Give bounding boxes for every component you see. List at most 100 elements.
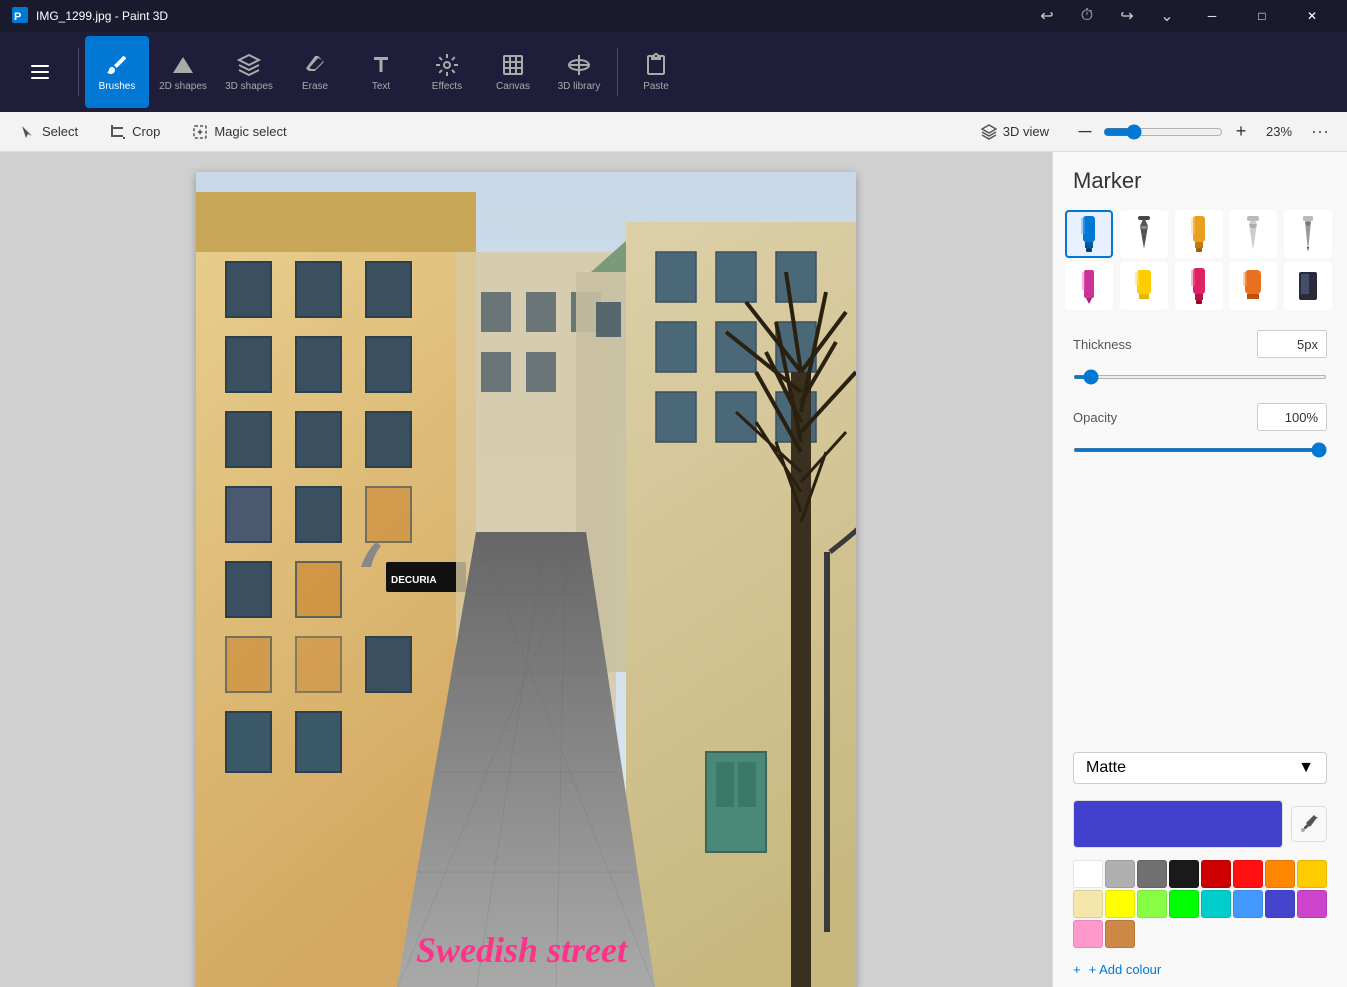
thickness-value-input[interactable] <box>1257 330 1327 358</box>
view3d-action-button[interactable]: 3D view <box>973 120 1057 144</box>
opacity-value-input[interactable] <box>1257 403 1327 431</box>
color-gold[interactable] <box>1297 860 1327 888</box>
color-black[interactable] <box>1169 860 1199 888</box>
text-button[interactable]: Text <box>349 36 413 108</box>
view3d-action-label: 3D view <box>1003 124 1049 139</box>
brush-pixel[interactable] <box>1175 262 1223 310</box>
more-options-button[interactable]: ··· <box>1305 119 1335 144</box>
3d-shapes-label: 3D shapes <box>225 81 273 92</box>
canvas-image: DECURIA <box>196 172 856 987</box>
svg-text:DECURIA: DECURIA <box>391 575 437 586</box>
zoom-in-button[interactable]: + <box>1229 120 1253 144</box>
canvas-button[interactable]: Canvas <box>481 36 545 108</box>
shapes-3d-button[interactable]: 3D shapes <box>217 36 281 108</box>
color-brown[interactable] <box>1105 920 1135 948</box>
window-controls: ─ □ ✕ <box>1189 0 1335 32</box>
shapes-2d-button[interactable]: 2D shapes <box>151 36 215 108</box>
erase-button[interactable]: Erase <box>283 36 347 108</box>
redo-button[interactable]: ↪ <box>1109 0 1145 32</box>
svg-text:Swedish street: Swedish street <box>416 930 628 970</box>
brush-watercolor[interactable] <box>1229 210 1277 258</box>
paste-button[interactable]: Paste <box>624 36 688 108</box>
zoom-slider[interactable] <box>1103 124 1223 140</box>
history-button[interactable]: ⏱ <box>1069 0 1105 32</box>
brush-oil[interactable] <box>1175 210 1223 258</box>
color-orange[interactable] <box>1265 860 1295 888</box>
select-button[interactable]: Select <box>12 120 86 144</box>
eyedropper-button[interactable] <box>1291 806 1327 842</box>
opacity-label-row: Opacity <box>1073 403 1327 431</box>
thickness-slider[interactable] <box>1073 375 1327 379</box>
app-icon: P <box>12 7 28 26</box>
brush-pencil[interactable] <box>1284 210 1332 258</box>
brush-grid <box>1053 206 1347 322</box>
color-white[interactable] <box>1073 860 1103 888</box>
brush-spray[interactable] <box>1284 262 1332 310</box>
undo-button[interactable]: ↩ <box>1029 0 1065 32</box>
more-button[interactable]: ⌄ <box>1149 0 1185 32</box>
panel-title: Marker <box>1053 152 1347 206</box>
chevron-down-icon: ▼ <box>1298 759 1314 777</box>
brushes-label: Brushes <box>99 81 136 92</box>
color-red[interactable] <box>1233 860 1263 888</box>
finish-label: Matte <box>1086 759 1126 777</box>
svg-text:P: P <box>14 11 21 23</box>
zoom-out-button[interactable]: ─ <box>1073 120 1097 144</box>
brush-marker2[interactable] <box>1229 262 1277 310</box>
effects-button[interactable]: Effects <box>415 36 479 108</box>
magic-select-label: Magic select <box>214 124 286 139</box>
opacity-label: Opacity <box>1073 410 1117 425</box>
canvas-area[interactable]: DECURIA <box>0 152 1052 987</box>
crop-label: Crop <box>132 124 160 139</box>
add-colour-label: + Add colour <box>1089 962 1162 977</box>
opacity-slider[interactable] <box>1073 448 1327 452</box>
color-pink[interactable] <box>1073 920 1103 948</box>
crop-action-button[interactable]: Crop <box>102 120 168 144</box>
maximize-button[interactable]: □ <box>1239 0 1285 32</box>
zoom-controls: ─ + 23% ··· <box>1073 119 1335 144</box>
brushes-button[interactable]: Brushes <box>85 36 149 108</box>
file-menu-button[interactable] <box>8 36 72 108</box>
color-palette <box>1053 856 1347 952</box>
shapes-label: 2D shapes <box>159 81 207 92</box>
canvas-container: DECURIA <box>196 172 856 987</box>
3dview-button[interactable]: 3D library <box>547 36 611 108</box>
current-color-row <box>1053 792 1347 856</box>
color-darkred[interactable] <box>1201 860 1231 888</box>
plus-icon: + <box>1073 962 1081 977</box>
magic-select-button[interactable]: Magic select <box>184 120 294 144</box>
current-color-swatch[interactable] <box>1073 800 1283 848</box>
minimize-button[interactable]: ─ <box>1189 0 1235 32</box>
color-lime[interactable] <box>1137 890 1167 918</box>
color-cyan[interactable] <box>1201 890 1231 918</box>
color-lightgray[interactable] <box>1105 860 1135 888</box>
color-green[interactable] <box>1169 890 1199 918</box>
toolbar-separator-2 <box>617 48 618 96</box>
brush-calligraphy[interactable] <box>1120 210 1168 258</box>
color-cream[interactable] <box>1073 890 1103 918</box>
title-bar: P IMG_1299.jpg - Paint 3D ↩ ⏱ ↪ ⌄ ─ □ ✕ <box>0 0 1347 32</box>
brush-crayon[interactable] <box>1065 262 1113 310</box>
color-blue[interactable] <box>1233 890 1263 918</box>
main-toolbar: Brushes 2D shapes 3D shapes Erase Text E… <box>0 32 1347 112</box>
main-content: DECURIA <box>0 152 1347 987</box>
zoom-value: 23% <box>1259 124 1299 139</box>
effects-label: Effects <box>432 81 462 92</box>
finish-dropdown[interactable]: Matte ▼ <box>1073 752 1327 784</box>
select-label: Select <box>42 124 78 139</box>
color-yellow[interactable] <box>1105 890 1135 918</box>
color-purple[interactable] <box>1297 890 1327 918</box>
thickness-label-row: Thickness <box>1073 330 1327 358</box>
thickness-section: Thickness <box>1053 322 1347 395</box>
paste-label: Paste <box>643 81 669 92</box>
thickness-label: Thickness <box>1073 337 1132 352</box>
brush-marker[interactable] <box>1065 210 1113 258</box>
color-indigo[interactable] <box>1265 890 1295 918</box>
close-button[interactable]: ✕ <box>1289 0 1335 32</box>
title-bar-left: P IMG_1299.jpg - Paint 3D <box>12 7 168 26</box>
top-right-controls: ↩ ⏱ ↪ ⌄ ─ □ ✕ <box>1029 0 1335 32</box>
add-colour-button[interactable]: + + Add colour <box>1053 952 1347 987</box>
color-gray[interactable] <box>1137 860 1167 888</box>
brush-highlighter[interactable] <box>1120 262 1168 310</box>
canvas-label: Canvas <box>496 81 530 92</box>
